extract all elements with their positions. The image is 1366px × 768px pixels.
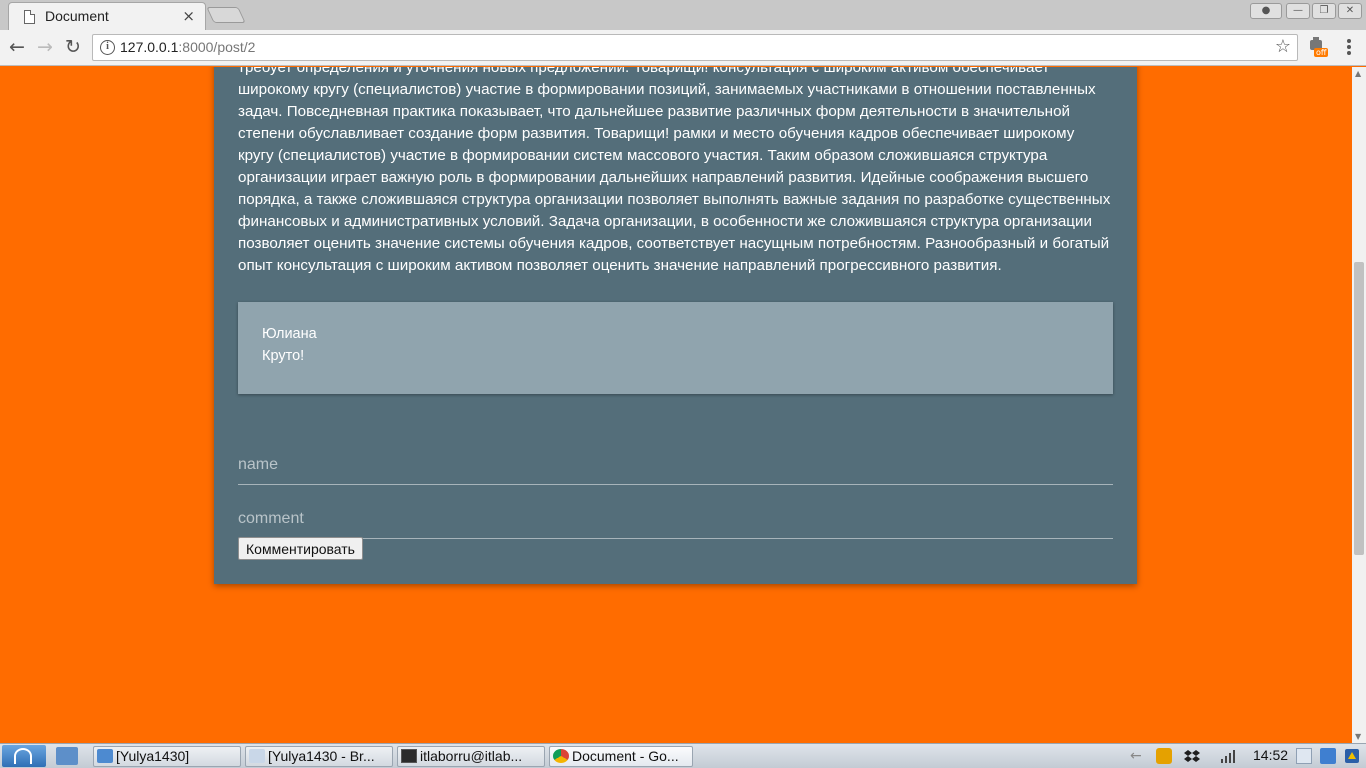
close-window-button[interactable]: ✕: [1338, 3, 1362, 19]
extension-badge: off: [1314, 48, 1329, 57]
dropbox-icon[interactable]: [1184, 748, 1200, 764]
start-logo-icon: [14, 748, 32, 764]
browser-menu-icon[interactable]: [1342, 38, 1356, 58]
close-tab-icon[interactable]: ×: [182, 7, 195, 25]
network-signal-icon[interactable]: [1220, 748, 1236, 764]
post-card: требует определения и уточнения новых пр…: [214, 67, 1137, 584]
start-menu-button[interactable]: [2, 745, 46, 767]
tab-title: Document: [45, 8, 109, 24]
post-body: требует определения и уточнения новых пр…: [238, 67, 1111, 274]
document-icon: [24, 10, 35, 24]
comment-author: Юлиана: [262, 326, 317, 342]
display-icon[interactable]: [1320, 748, 1336, 764]
back-arrow-icon[interactable]: ←: [6, 36, 28, 58]
user-switch-icon[interactable]: [1344, 748, 1360, 764]
taskbar-clock[interactable]: 14:52: [1253, 747, 1288, 763]
calendar-icon[interactable]: [1296, 748, 1312, 764]
taskbar-item-terminal[interactable]: itlaborru@itlab...: [397, 746, 545, 767]
comment-text: Круто!: [262, 348, 305, 364]
file-manager-launcher-icon[interactable]: [56, 747, 78, 765]
tab-strip: Document × ● — ❐ ✕: [0, 0, 1366, 30]
user-profile-icon[interactable]: ●: [1250, 3, 1282, 19]
bookmark-star-icon[interactable]: ☆: [1275, 36, 1291, 57]
terminal-icon: [401, 749, 417, 763]
scroll-down-arrow-icon[interactable]: ▼: [1355, 732, 1361, 741]
address-bar[interactable]: i 127.0.0.1:8000/post/2 ☆: [92, 34, 1298, 61]
new-tab-button[interactable]: [206, 7, 246, 23]
scrollbar-thumb[interactable]: [1354, 262, 1364, 555]
browser-toolbar: ← → ↻ i 127.0.0.1:8000/post/2 ☆ off: [0, 30, 1366, 66]
reload-icon[interactable]: ↻: [62, 36, 84, 58]
page-viewport: требует определения и уточнения новых пр…: [0, 67, 1352, 743]
taskbar-item-folder[interactable]: [Yulya1430]: [93, 746, 241, 767]
restore-window-button[interactable]: ❐: [1312, 3, 1336, 19]
back-arrow-tray-icon[interactable]: ←: [1130, 748, 1146, 764]
forward-arrow-icon[interactable]: →: [34, 36, 56, 58]
taskbar-item-browser-folder[interactable]: [Yulya1430 - Br...: [245, 746, 393, 767]
page-scrollbar[interactable]: ▲ ▼: [1352, 67, 1366, 743]
browser-tab-document[interactable]: Document ×: [8, 2, 206, 30]
taskbar-item-label: [Yulya1430 - Br...: [268, 748, 375, 764]
clipboard-tray-icon[interactable]: [1156, 748, 1172, 764]
url-host: 127.0.0.1: [120, 39, 179, 55]
chrome-icon: [553, 749, 569, 763]
submit-comment-button[interactable]: Комментировать: [238, 537, 363, 560]
taskbar: [Yulya1430] [Yulya1430 - Br... itlaborru…: [0, 743, 1366, 768]
site-info-icon[interactable]: i: [100, 40, 115, 55]
url-path: :8000/post/2: [178, 39, 256, 55]
comment-item: Юлиана Круто!: [238, 302, 1113, 394]
taskbar-item-label: itlaborru@itlab...: [420, 748, 523, 764]
scroll-up-arrow-icon[interactable]: ▲: [1355, 69, 1361, 78]
taskbar-item-chrome[interactable]: Document - Go...: [549, 746, 693, 767]
taskbar-item-label: [Yulya1430]: [116, 748, 190, 764]
url-text: 127.0.0.1:8000/post/2: [120, 39, 255, 55]
taskbar-item-label: Document - Go...: [572, 748, 679, 764]
comment-input[interactable]: [238, 499, 1113, 539]
name-input[interactable]: [238, 445, 1113, 485]
minimize-window-button[interactable]: —: [1286, 3, 1310, 19]
window-icon: [249, 749, 265, 763]
folder-icon: [97, 749, 113, 763]
extension-icon[interactable]: off: [1308, 36, 1330, 60]
